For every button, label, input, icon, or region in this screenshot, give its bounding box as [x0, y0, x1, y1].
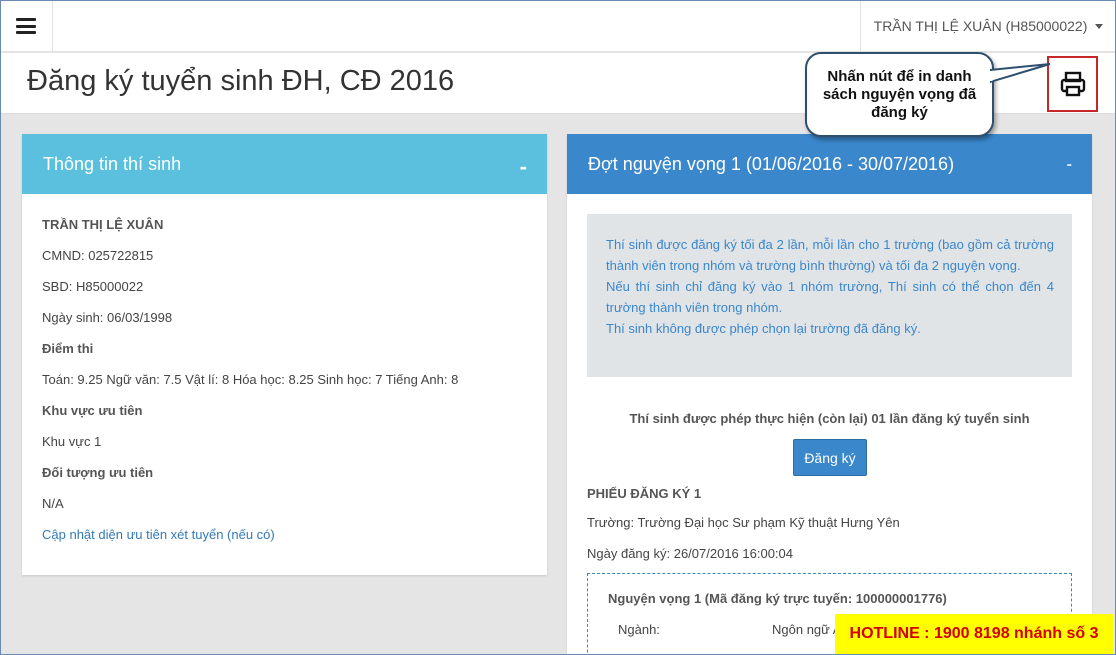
- panel-title: Thông tin thí sinh: [43, 153, 182, 174]
- hamburger-menu-button[interactable]: [0, 0, 53, 52]
- hotline-banner: HOTLINE : 1900 8198 nhánh số 3: [835, 614, 1113, 654]
- remaining-attempts-text: Thí sinh được phép thực hiện (còn lại) 0…: [629, 411, 1030, 426]
- candidate-sbd: SBD: H85000022: [42, 279, 144, 294]
- major-value: Ngôn ngữ A: [772, 622, 842, 637]
- region-value: Khu vực 1: [42, 434, 102, 449]
- candidate-cmnd: CMND: 025722815: [42, 248, 154, 263]
- wish-round-panel: Đợt nguyện vọng 1 (01/06/2016 - 30/07/20…: [567, 134, 1092, 655]
- caret-down-icon: [1095, 23, 1104, 29]
- page-title: Đăng ký tuyển sinh ĐH, CĐ 2016: [27, 65, 455, 97]
- register-button[interactable]: Đăng ký: [793, 439, 867, 476]
- panel-title: Đợt nguyện vọng 1 (01/06/2016 - 30/07/20…: [588, 153, 955, 174]
- major-label: Ngành:: [618, 622, 660, 637]
- notice-line: Thí sinh không được phép chọn lại trường…: [606, 321, 921, 336]
- printer-icon: [1060, 71, 1085, 97]
- print-button[interactable]: [1047, 56, 1098, 112]
- candidate-info-header: Thông tin thí sinh -: [22, 134, 547, 194]
- wish-round-header: Đợt nguyện vọng 1 (01/06/2016 - 30/07/20…: [567, 134, 1092, 194]
- registration-date: Ngày đăng ký: 26/07/2016 16:00:04: [587, 546, 793, 561]
- candidate-dob: Ngày sinh: 06/03/1998: [42, 310, 173, 325]
- wish-heading: Nguyện vọng 1 (Mã đăng ký trực tuyến: 10…: [608, 591, 947, 606]
- collapse-button[interactable]: -: [1067, 156, 1072, 174]
- print-hint-callout: Nhấn nút để in danh sách nguyện vọng đã …: [805, 52, 994, 137]
- menu-icon: [16, 18, 36, 34]
- update-priority-link[interactable]: Cập nhật diện ưu tiên xét tuyển (nếu có): [42, 527, 275, 542]
- callout-pointer: [990, 63, 1051, 84]
- priority-heading: Đối tượng ưu tiên: [42, 465, 154, 480]
- callout-text: Nhấn nút để in danh sách nguyện vọng đã …: [822, 67, 977, 121]
- scores-list: Toán: 9.25 Ngữ văn: 7.5 Vật lí: 8 Hóa họ…: [42, 372, 459, 387]
- region-heading: Khu vực ưu tiên: [42, 403, 143, 418]
- notice-line: Thí sinh được đăng ký tối đa 2 lần, mỗi …: [606, 237, 1054, 273]
- school-name: Trường: Trường Đại học Sư phạm Kỹ thuật …: [587, 515, 900, 530]
- user-label: TRẦN THỊ LỆ XUÂN (H85000022): [873, 18, 1088, 34]
- form-heading: PHIẾU ĐĂNG KÝ 1: [587, 486, 702, 501]
- notice-line: Nếu thí sinh chỉ đăng ký vào 1 nhóm trườ…: [606, 279, 1054, 315]
- candidate-name: TRẦN THỊ LỆ XUÂN: [42, 217, 164, 232]
- candidate-info-panel: Thông tin thí sinh - TRẦN THỊ LỆ XUÂN CM…: [22, 134, 547, 575]
- user-dropdown[interactable]: TRẦN THỊ LỆ XUÂN (H85000022): [860, 0, 1116, 52]
- priority-value: N/A: [42, 496, 64, 511]
- top-navbar: TRẦN THỊ LỆ XUÂN (H85000022): [0, 0, 1116, 52]
- rules-notice: Thí sinh được đăng ký tối đa 2 lần, mỗi …: [587, 214, 1072, 377]
- scores-heading: Điểm thi: [42, 341, 94, 356]
- collapse-button[interactable]: -: [520, 154, 527, 180]
